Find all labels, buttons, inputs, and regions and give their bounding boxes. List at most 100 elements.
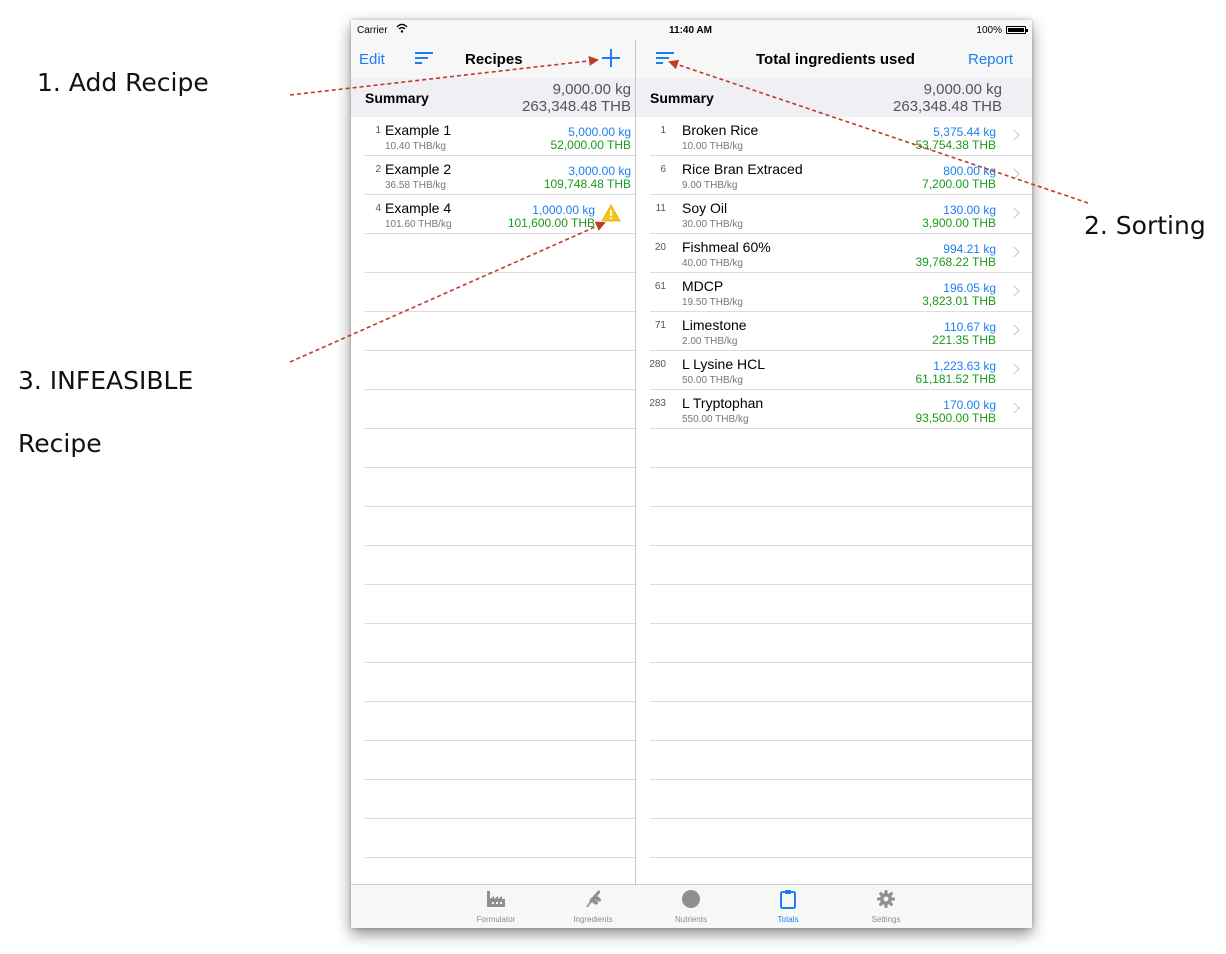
ingredient-row[interactable]: 280 L Lysine HCL 50.00 THB/kg 1,223.63 k… xyxy=(649,351,1032,390)
tab-label: Settings xyxy=(871,915,901,924)
recipe-name: Example 2 xyxy=(385,161,452,177)
summary-label: Summary xyxy=(650,90,714,106)
ingredient-kg: 800.00 kg xyxy=(943,164,996,178)
recipes-sort-icon[interactable] xyxy=(415,52,433,66)
ingredient-name: Broken Rice xyxy=(682,122,759,138)
empty-row xyxy=(650,507,1032,546)
recipe-price: 36.58 THB/kg xyxy=(385,180,446,191)
ingredient-name: Fishmeal 60% xyxy=(682,239,771,255)
recipe-price: 101.60 THB/kg xyxy=(385,219,452,230)
empty-row xyxy=(365,312,635,351)
recipe-list: 1 Example 1 10.40 THB/kg 5,000.00 kg 52,… xyxy=(365,117,635,858)
ingredient-list: 1 Broken Rice 10.00 THB/kg 5,375.44 kg 5… xyxy=(649,117,1032,928)
ingredient-name: L Tryptophan xyxy=(682,395,764,411)
battery-icon xyxy=(1006,26,1028,34)
empty-row xyxy=(650,585,1032,624)
totals-pane: Total ingredients used Report Summary 9,… xyxy=(636,40,1032,897)
empty-row xyxy=(365,819,635,858)
ingredient-row[interactable]: 20 Fishmeal 60% 40.00 THB/kg 994.21 kg 3… xyxy=(650,234,1032,273)
clipboard-icon xyxy=(780,890,796,909)
tab-label: Formulator xyxy=(476,915,516,924)
empty-row xyxy=(650,624,1032,663)
tab-nutrients[interactable]: Nutrients xyxy=(651,885,731,928)
recipe-name: Example 4 xyxy=(385,200,452,216)
ingredient-price: 10.00 THB/kg xyxy=(682,141,743,152)
ingredient-kg: 196.05 kg xyxy=(943,281,996,295)
ingredient-price: 40.00 THB/kg xyxy=(682,258,743,269)
wifi-icon xyxy=(396,23,408,33)
ingredient-index: 283 xyxy=(649,398,666,409)
summary-label: Summary xyxy=(365,90,429,106)
warning-icon[interactable] xyxy=(601,204,621,222)
ingredient-kg: 110.67 kg xyxy=(944,320,996,334)
tab-settings[interactable]: Settings xyxy=(846,885,926,928)
ingredient-row[interactable]: 71 Limestone 2.00 THB/kg 110.67 kg 221.3… xyxy=(650,312,1032,351)
empty-row xyxy=(650,702,1032,741)
recipe-price: 10.40 THB/kg xyxy=(385,141,446,152)
ipad-screen: Carrier 11:40 AM 100% Edit Recipes Summa… xyxy=(351,20,1032,928)
recipe-index: 1 xyxy=(375,125,381,136)
ingredient-name: Limestone xyxy=(682,317,747,333)
empty-row xyxy=(650,819,1032,858)
recipe-row[interactable]: 1 Example 1 10.40 THB/kg 5,000.00 kg 52,… xyxy=(365,117,635,156)
wheat-icon xyxy=(586,890,602,908)
ingredient-kg: 994.21 kg xyxy=(943,242,996,256)
empty-row xyxy=(650,468,1032,507)
ingredient-name: Rice Bran Extraced xyxy=(682,161,803,177)
gear-icon xyxy=(877,890,895,908)
recipe-row-infeasible[interactable]: 4 Example 4 101.60 THB/kg 1,000.00 kg 10… xyxy=(365,195,635,234)
totals-nav-bar: Total ingredients used Report xyxy=(636,40,1032,78)
ingredient-row[interactable]: 61 MDCP 19.50 THB/kg 196.05 kg 3,823.01 … xyxy=(650,273,1032,312)
chevron-right-icon xyxy=(1008,285,1020,297)
ingredient-row[interactable]: 6 Rice Bran Extraced 9.00 THB/kg 800.00 … xyxy=(650,156,1032,195)
recipe-kg: 1,000.00 kg xyxy=(532,203,595,217)
tab-label: Ingredients xyxy=(573,915,613,924)
empty-row xyxy=(365,390,635,429)
empty-row xyxy=(650,663,1032,702)
tab-totals[interactable]: Totals xyxy=(748,885,828,928)
edit-button[interactable]: Edit xyxy=(359,51,385,68)
ingredient-row[interactable]: 1 Broken Rice 10.00 THB/kg 5,375.44 kg 5… xyxy=(650,117,1032,156)
ingredient-index: 11 xyxy=(655,203,666,214)
ingredient-kg: 130.00 kg xyxy=(943,203,996,217)
report-button[interactable]: Report xyxy=(968,51,1013,68)
ingredient-name: MDCP xyxy=(682,278,724,294)
chevron-right-icon xyxy=(1008,402,1020,414)
summary-thb: 263,348.48 THB xyxy=(893,98,1002,115)
totals-summary: Summary 9,000.00 kg 263,348.48 THB xyxy=(636,78,1032,117)
add-recipe-button[interactable] xyxy=(601,48,621,68)
ingredient-thb: 53,754.38 THB xyxy=(915,138,996,152)
empty-row xyxy=(650,780,1032,819)
chevron-right-icon xyxy=(1008,363,1020,375)
ingredient-index: 6 xyxy=(660,164,666,175)
ingredient-thb: 61,181.52 THB xyxy=(915,372,996,386)
ingredient-price: 19.50 THB/kg xyxy=(682,297,743,308)
circle-icon xyxy=(682,890,700,908)
summary-thb: 263,348.48 THB xyxy=(522,98,631,115)
tab-formulator[interactable]: Formulator xyxy=(456,885,536,928)
empty-row xyxy=(365,663,635,702)
tab-label: Nutrients xyxy=(674,915,707,924)
chevron-right-icon xyxy=(1008,129,1020,141)
tab-bar: Formulator Ingredients Nutrients Totals … xyxy=(351,884,1032,928)
ingredient-price: 30.00 THB/kg xyxy=(682,219,743,230)
callout-sorting: 2. Sorting xyxy=(1084,211,1206,240)
summary-kg: 9,000.00 kg xyxy=(552,81,631,98)
carrier-label: Carrier xyxy=(357,25,388,36)
ingredient-row[interactable]: 283 L Tryptophan 550.00 THB/kg 170.00 kg… xyxy=(649,390,1032,429)
empty-row xyxy=(365,624,635,663)
recipes-title: Recipes xyxy=(465,51,523,68)
ingredient-name: L Lysine HCL xyxy=(682,356,766,372)
factory-icon xyxy=(487,891,505,907)
empty-row xyxy=(365,429,635,468)
ingredient-thb: 221.35 THB xyxy=(932,333,996,347)
battery-percent: 100% xyxy=(976,25,1002,36)
tab-ingredients[interactable]: Ingredients xyxy=(553,885,633,928)
totals-sort-icon[interactable] xyxy=(656,52,674,66)
recipe-row[interactable]: 2 Example 2 36.58 THB/kg 3,000.00 kg 109… xyxy=(365,156,635,195)
callout-infeasible-recipe: Recipe xyxy=(18,429,102,458)
tab-label: Totals xyxy=(777,915,799,924)
ingredient-index: 280 xyxy=(649,359,666,370)
ingredient-price: 9.00 THB/kg xyxy=(682,180,738,191)
ingredient-row[interactable]: 11 Soy Oil 30.00 THB/kg 130.00 kg 3,900.… xyxy=(650,195,1032,234)
